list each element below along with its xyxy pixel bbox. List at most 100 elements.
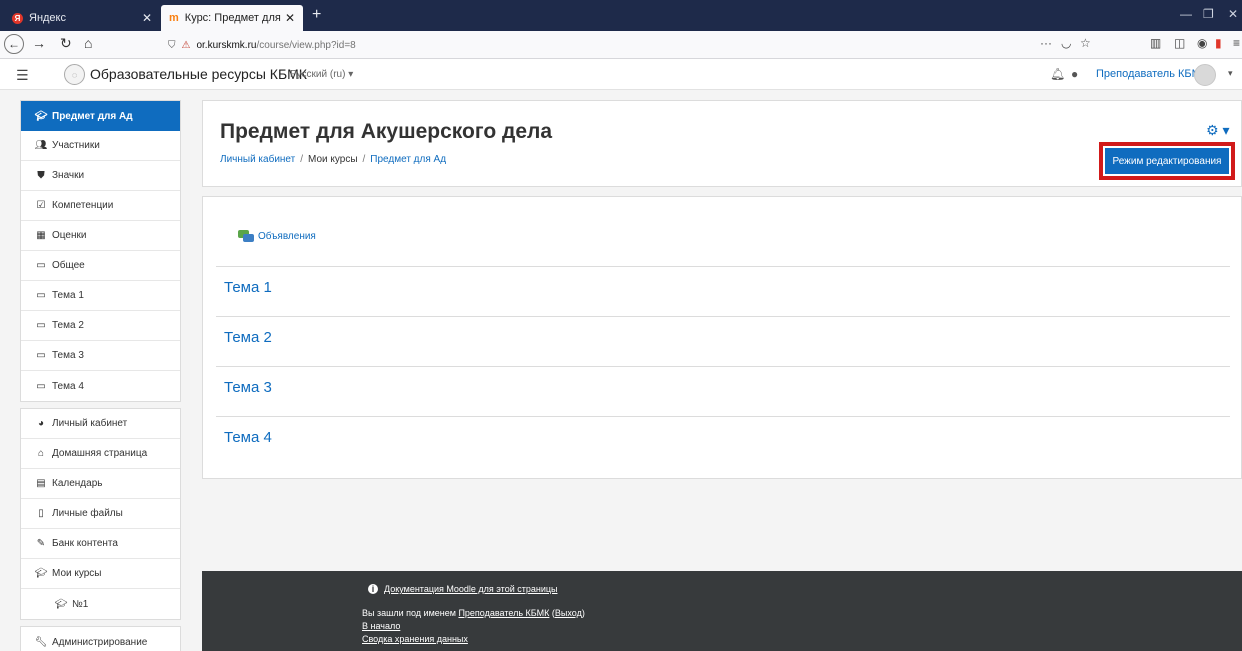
sidebar-item-label: Личные файлы bbox=[52, 508, 123, 519]
sidebar-item-participants[interactable]: 👥︎ Участники bbox=[21, 131, 180, 161]
shield-icon[interactable]: ⛉ bbox=[168, 40, 176, 51]
graduation-cap-icon: 🎓︎ bbox=[34, 568, 48, 579]
home-link[interactable]: В начало bbox=[362, 621, 400, 631]
footer-doc-link[interactable]: i Документация Moodle для этой страницы bbox=[368, 584, 557, 594]
section-topic-1[interactable]: Тема 1 bbox=[224, 279, 272, 296]
sidebar-item-label: Банк контента bbox=[52, 538, 118, 549]
section-divider bbox=[216, 316, 1230, 317]
sidebar-item-topic-2[interactable]: ▭ Тема 2 bbox=[21, 311, 180, 341]
sidebar-toggle-icon[interactable]: ◫ bbox=[1174, 36, 1185, 50]
close-tab-icon[interactable]: ✕ bbox=[142, 11, 152, 25]
sidebar-item-label: Оценки bbox=[52, 230, 87, 241]
sidebar-item-grades[interactable]: ▦ Оценки bbox=[21, 221, 180, 251]
extension-icon[interactable]: ▮ bbox=[1215, 36, 1222, 50]
url-path: /course/view.php?id=8 bbox=[256, 39, 356, 51]
edit-mode-button[interactable]: Режим редактирования bbox=[1105, 148, 1229, 174]
bell-icon[interactable]: 🔔︎ bbox=[1050, 67, 1065, 81]
check-square-icon: ☑ bbox=[36, 200, 46, 211]
file-icon: ▯ bbox=[38, 508, 44, 519]
logout-link[interactable]: Выход bbox=[555, 608, 582, 618]
new-tab-button[interactable]: + bbox=[312, 6, 321, 24]
sidebar-item-topic-3[interactable]: ▭ Тема 3 bbox=[21, 341, 180, 371]
bookmark-star-icon[interactable]: ☆ bbox=[1080, 36, 1091, 50]
brush-icon: ✎ bbox=[36, 538, 46, 549]
close-tab-icon[interactable]: ✕ bbox=[285, 11, 295, 25]
sidebar-item-private-files[interactable]: ▯ Личные файлы bbox=[21, 499, 180, 529]
minimize-icon[interactable]: — bbox=[1180, 7, 1192, 21]
gear-icon[interactable]: ⚙ ▾ bbox=[1206, 122, 1229, 139]
breadcrumb-course[interactable]: Предмет для Ад bbox=[370, 154, 446, 165]
library-icon[interactable]: ▥ bbox=[1150, 36, 1161, 50]
section-topic-3[interactable]: Тема 3 bbox=[224, 379, 272, 396]
sidebar-item-content-bank[interactable]: ✎ Банк контента bbox=[21, 529, 180, 559]
login-prefix: Вы зашли под именем bbox=[362, 608, 456, 618]
close-window-icon[interactable]: ✕ bbox=[1228, 7, 1238, 21]
breadcrumb: Личный кабинет / Мои курсы / Предмет для Ад bbox=[220, 154, 446, 165]
user-name[interactable]: Преподаватель КБМК bbox=[1096, 68, 1207, 80]
footer-data: Сводка хранения данных bbox=[362, 634, 468, 644]
avatar[interactable] bbox=[1194, 64, 1216, 86]
forward-icon[interactable]: → bbox=[32, 35, 46, 51]
graduation-cap-icon: 🎓︎ bbox=[54, 598, 68, 610]
breadcrumb-my-courses[interactable]: Мои курсы bbox=[308, 154, 358, 165]
sidebar-item-topic-1[interactable]: ▭ Тема 1 bbox=[21, 281, 180, 311]
sidebar-item-home[interactable]: ⌂ Домашняя страница bbox=[21, 439, 180, 469]
sidebar-item-course-n1[interactable]: 🎓︎ №1 bbox=[21, 589, 180, 619]
sidebar-item-competencies[interactable]: ☑ Компетенции bbox=[21, 191, 180, 221]
sidebar-item-label: Предмет для Ад bbox=[52, 110, 133, 122]
activity-label: Объявления bbox=[258, 230, 316, 242]
sidebar-item-label: Общее bbox=[52, 260, 85, 271]
menu-icon[interactable]: ≡ bbox=[1233, 36, 1240, 50]
activity-announcements[interactable]: Объявления bbox=[238, 230, 316, 242]
sidebar-item-label: Календарь bbox=[52, 478, 103, 489]
site-logo[interactable]: ◌ bbox=[64, 64, 85, 85]
insecure-connection-icon[interactable]: ⚠ bbox=[182, 40, 191, 51]
sidebar-item-general[interactable]: ▭ Общее bbox=[21, 251, 180, 281]
section-topic-4[interactable]: Тема 4 bbox=[224, 429, 272, 446]
address-bar[interactable]: ⛉ ⚠ or.kurskmk.ru /course/view.php?id=8 bbox=[168, 35, 1068, 55]
sidebar-item-label: Участники bbox=[52, 140, 100, 151]
browser-tab-course[interactable]: m Курс: Предмет для Акушерск ✕ bbox=[161, 5, 303, 31]
sidebar-item-course[interactable]: 🎓︎ Предмет для Ад bbox=[21, 101, 180, 131]
sidebar-item-label: Тема 3 bbox=[52, 350, 84, 361]
sidebar-item-dashboard[interactable]: ◕ Личный кабинет bbox=[21, 409, 180, 439]
browser-toolbar: ← → ↻ ⌂ ⛉ ⚠ or.kurskmk.ru /course/view.p… bbox=[0, 31, 1242, 59]
sidebar-item-calendar[interactable]: ▤ Календарь bbox=[21, 469, 180, 499]
pocket-icon[interactable]: ◡ bbox=[1061, 36, 1071, 50]
site-header: ☰ ◌ Образовательные ресурсы КБМК Русский… bbox=[0, 59, 1242, 90]
back-icon[interactable]: ← bbox=[4, 34, 24, 54]
sidebar-item-my-courses[interactable]: 🎓︎ Мои курсы bbox=[21, 559, 180, 589]
language-menu[interactable]: Русский (ru) ▾ bbox=[290, 69, 353, 80]
sidebar-item-label: Значки bbox=[52, 170, 85, 181]
forum-icon bbox=[238, 230, 254, 242]
messages-icon[interactable]: ● bbox=[1071, 67, 1078, 81]
data-retention-link[interactable]: Сводка хранения данных bbox=[362, 634, 468, 644]
sidebar-item-administration[interactable]: 🔧︎ Администрирование bbox=[21, 627, 180, 651]
site-name[interactable]: Образовательные ресурсы КБМК bbox=[90, 66, 307, 82]
home-icon[interactable]: ⌂ bbox=[84, 35, 92, 51]
folder-icon: ▭ bbox=[36, 350, 46, 361]
hamburger-menu-icon[interactable]: ☰ bbox=[16, 67, 29, 84]
breadcrumb-separator: / bbox=[362, 154, 366, 165]
sidebar-item-topic-4[interactable]: ▭ Тема 4 bbox=[21, 371, 180, 401]
moodle-icon: m bbox=[169, 12, 179, 24]
restore-icon[interactable]: ❐ bbox=[1203, 7, 1214, 21]
breadcrumb-dashboard[interactable]: Личный кабинет bbox=[220, 154, 295, 165]
reload-icon[interactable]: ↻ bbox=[60, 35, 72, 52]
edit-mode-highlight: Режим редактирования bbox=[1099, 142, 1235, 180]
wrench-icon: 🔧︎ bbox=[34, 636, 48, 648]
sidebar-item-badges[interactable]: ⛊ Значки bbox=[21, 161, 180, 191]
page-actions-icon[interactable]: ··· bbox=[1040, 36, 1052, 50]
login-user-link[interactable]: Преподаватель КБМК bbox=[458, 608, 549, 618]
browser-tab-yandex[interactable]: Я Яндекс ✕ bbox=[4, 5, 160, 31]
moodle-docs-link[interactable]: Документация Moodle для этой страницы bbox=[384, 584, 557, 594]
browser-tab-strip: Я Яндекс ✕ m Курс: Предмет для Акушерск … bbox=[0, 0, 1242, 31]
folder-icon: ▭ bbox=[36, 290, 46, 301]
sidebar-item-label: Домашняя страница bbox=[52, 448, 148, 459]
chevron-down-icon[interactable]: ▾ bbox=[1228, 68, 1233, 79]
section-topic-2[interactable]: Тема 2 bbox=[224, 329, 272, 346]
shield-icon: ⛊ bbox=[37, 170, 45, 181]
folder-icon: ▭ bbox=[36, 380, 46, 392]
sidebar-item-label: Тема 2 bbox=[52, 320, 84, 331]
account-icon[interactable]: ◉ bbox=[1197, 36, 1207, 50]
